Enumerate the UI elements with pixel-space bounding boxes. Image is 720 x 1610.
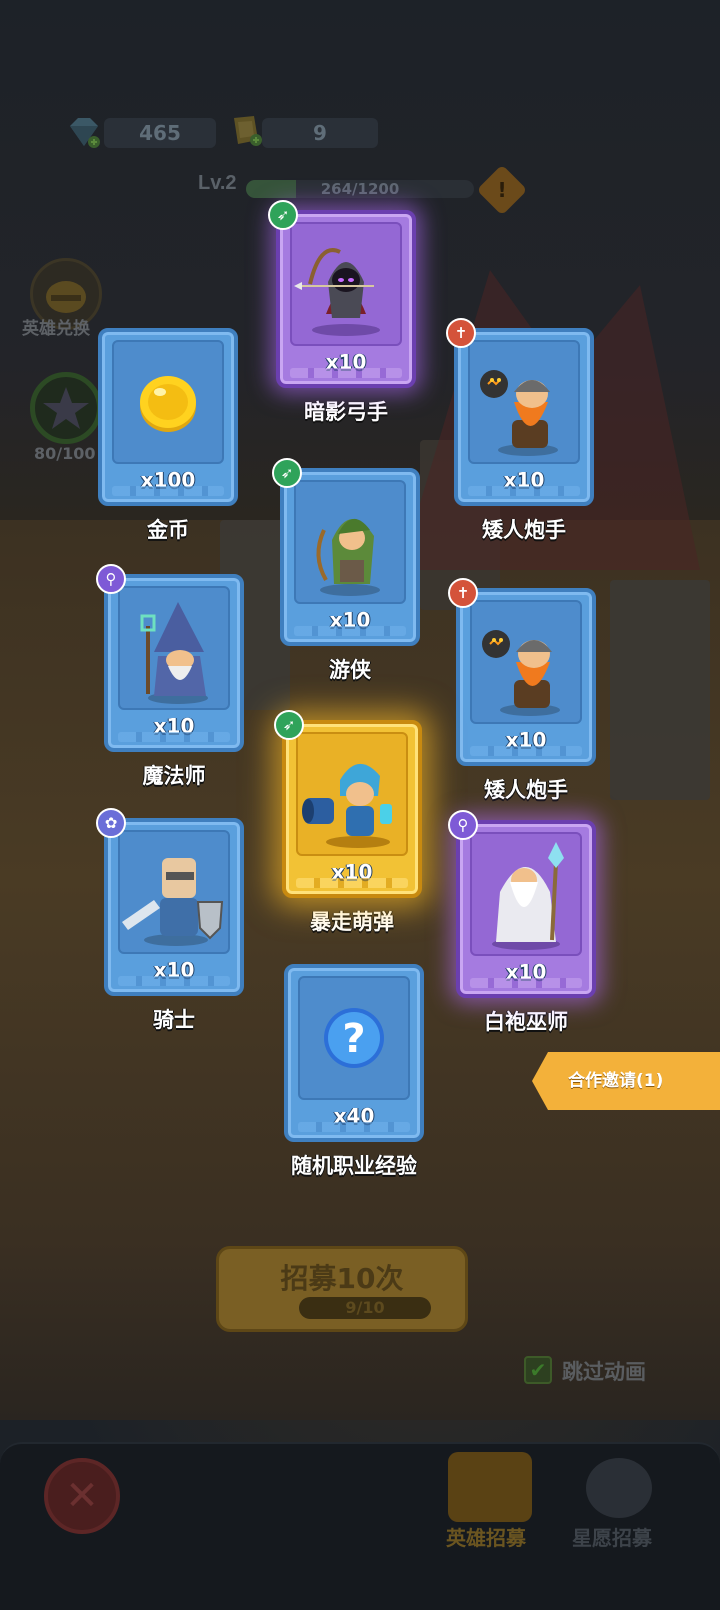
reward-card-ranger[interactable]: ➶ x10 游侠 (272, 458, 420, 684)
knight-art (122, 858, 224, 946)
reward-card-shadow-archer[interactable]: ➶ x10 暗影弓手 (268, 200, 416, 426)
reward-card-knight[interactable]: ✿ x10 骑士 (96, 808, 244, 1034)
fire-icon: ✝ (448, 578, 478, 608)
paw-icon: ✿ (96, 808, 126, 838)
white-wizard-art (492, 842, 564, 950)
invite-button[interactable]: 合作邀请(1) (532, 1052, 720, 1110)
reward-card-rampage-cannon[interactable]: ➶ x10 暴走萌弹 (274, 710, 422, 936)
reward-name: 骑士 (153, 1008, 195, 1032)
ticket-counter: 9 (262, 118, 378, 148)
reward-card-random-exp[interactable]: ? x40 随机职业经验 (284, 964, 424, 1180)
reward-card-white-wizard[interactable]: ⚲ x10 白袍巫师 (448, 810, 596, 1036)
fire-icon: ✝ (446, 318, 476, 348)
hero-exchange-label: 英雄兑换 (22, 319, 90, 339)
gold-coin-icon (140, 376, 196, 432)
reward-name: 矮人炮手 (484, 778, 568, 802)
close-button[interactable]: ✕ (44, 1458, 120, 1534)
reward-name: 游侠 (329, 658, 371, 682)
reward-card-gold[interactable]: x100 金币 (98, 328, 238, 544)
reward-card-dwarf-gunner[interactable]: ✝ x10 矮人炮手 (448, 578, 596, 804)
recruit-10-button[interactable]: 招募10次 9/10 (216, 1246, 468, 1332)
xp-progress-bar: 264/1200 (246, 180, 474, 198)
reward-card-dwarf-gunner[interactable]: ✝ x10 矮人炮手 (446, 318, 594, 544)
bow-icon: ➶ (274, 710, 304, 740)
mage-art (140, 602, 208, 704)
dwarf-gunner-art (480, 370, 558, 456)
level-label: Lv.2 (198, 172, 237, 194)
gem-icon (70, 118, 100, 148)
shadow-archer-art (294, 248, 380, 336)
xp-progress-text: 264/1200 (320, 180, 400, 198)
reward-card-mage[interactable]: ⚲ x10 魔法师 (96, 564, 244, 790)
star-progress-button[interactable] (30, 372, 102, 444)
ranger-art (316, 518, 380, 596)
gem-counter: 465 (104, 118, 216, 148)
reward-name: 金币 (147, 518, 189, 542)
dwarf-gunner-art (482, 630, 560, 716)
tab-star-wish[interactable]: 星愿招募 (572, 1522, 652, 1551)
rampage-cannon-art (302, 763, 392, 848)
warning-icon[interactable]: ! (476, 164, 528, 216)
close-icon: ✕ (65, 1473, 99, 1519)
reward-name: 暴走萌弹 (310, 910, 394, 934)
reward-name: 暗影弓手 (304, 400, 388, 424)
question-mark-icon: ? (324, 1008, 384, 1068)
magic-icon: ⚲ (448, 810, 478, 840)
svg-text:?: ? (342, 1016, 365, 1062)
bow-icon: ➶ (272, 458, 302, 488)
castle-wall-right (610, 580, 710, 800)
skip-animation-checkbox[interactable]: ✔ (524, 1356, 552, 1384)
reward-name: 魔法师 (142, 764, 206, 788)
star-icon (43, 387, 89, 429)
star-wish-tab-icon (586, 1458, 652, 1518)
hero-recruit-tab-icon (448, 1452, 532, 1522)
reward-name: 随机职业经验 (291, 1154, 417, 1178)
reward-name: 白袍巫师 (484, 1010, 568, 1034)
ticket-icon (234, 116, 262, 146)
bow-icon: ➶ (268, 200, 298, 230)
reward-name: 矮人炮手 (482, 518, 566, 542)
skip-animation-label: 跳过动画 (562, 1360, 646, 1384)
recruit-label: 招募10次 (280, 1262, 404, 1295)
tab-hero-recruit[interactable]: 英雄招募 (446, 1522, 526, 1551)
recruit-progress: 9/10 (299, 1297, 431, 1319)
star-progress-label: 80/100 (34, 444, 96, 463)
magic-icon: ⚲ (96, 564, 126, 594)
